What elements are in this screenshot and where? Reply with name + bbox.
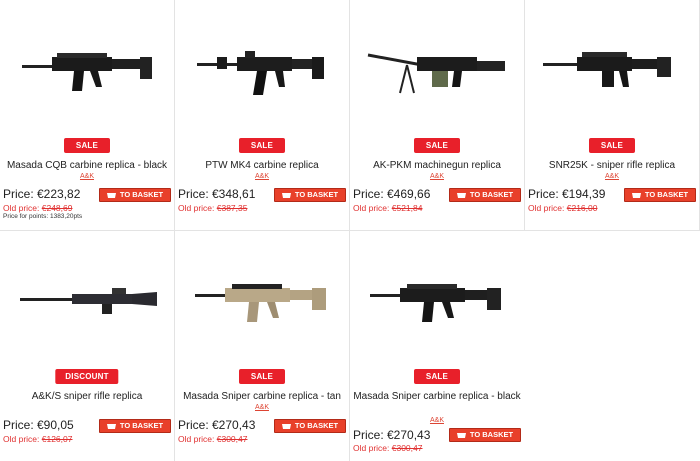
product-price: Price: €469,66 (353, 187, 431, 201)
old-price: Old price: €387,35 (178, 203, 248, 213)
product-image[interactable] (350, 20, 524, 120)
product-card[interactable]: SALE Masada Sniper carbine replica - bla… (350, 231, 524, 461)
add-to-basket-button[interactable]: TO BASKET (274, 188, 346, 202)
basket-icon (281, 192, 291, 198)
product-brand[interactable]: A&K (350, 417, 524, 424)
product-image[interactable] (175, 251, 349, 351)
product-card[interactable]: SALE SNR25K - sniper rifle replica A&K P… (525, 0, 699, 230)
product-card[interactable]: SALE Masada Sniper carbine replica - tan… (175, 231, 349, 461)
basket-icon (106, 423, 116, 429)
old-price: Old price: €216,00 (528, 203, 598, 213)
product-card[interactable]: SALE Masada CQB carbine replica - black … (0, 0, 174, 230)
add-to-basket-button[interactable]: TO BASKET (449, 428, 521, 442)
basket-icon (456, 432, 466, 438)
basket-icon (631, 192, 641, 198)
product-price: Price: €348,61 (178, 187, 256, 201)
rifle-icon (195, 284, 326, 322)
old-price: Old price: €521,84 (353, 203, 423, 213)
add-to-basket-button[interactable]: TO BASKET (99, 419, 171, 433)
machinegun-icon (367, 53, 505, 94)
product-name[interactable]: Masada Sniper carbine replica - black (352, 390, 522, 403)
old-price: Old price: €300,47 (178, 434, 248, 444)
sale-badge: SALE (239, 138, 285, 153)
add-to-basket-button[interactable]: TO BASKET (99, 188, 171, 202)
product-brand[interactable]: A&K (0, 173, 174, 180)
product-name[interactable]: Masada CQB carbine replica - black (2, 159, 172, 172)
product-brand[interactable]: A&K (350, 173, 524, 180)
product-name[interactable]: Masada Sniper carbine replica - tan (177, 390, 347, 403)
rifle-icon (197, 51, 324, 95)
sale-badge: SALE (589, 138, 635, 153)
old-price: Old price: €248,69 (3, 203, 73, 213)
basket-icon (281, 423, 291, 429)
product-brand[interactable]: A&K (175, 173, 349, 180)
product-image[interactable] (0, 20, 174, 120)
add-to-basket-button[interactable]: TO BASKET (449, 188, 521, 202)
rifle-icon (370, 284, 501, 322)
product-name[interactable]: PTW MK4 carbine replica (177, 159, 347, 172)
product-card[interactable]: SALE PTW MK4 carbine replica A&K Price: … (175, 0, 349, 230)
sale-badge: SALE (414, 138, 460, 153)
product-price: Price: €194,39 (528, 187, 606, 201)
product-price: Price: €90,05 (3, 418, 74, 432)
basket-icon (456, 192, 466, 198)
product-name[interactable]: SNR25K - sniper rifle replica (527, 159, 697, 172)
add-to-basket-button[interactable]: TO BASKET (274, 419, 346, 433)
product-image[interactable] (0, 251, 174, 351)
product-name[interactable]: A&K/S sniper rifle replica (2, 390, 172, 403)
product-image[interactable] (525, 20, 699, 120)
product-card[interactable]: DISCOUNT A&K/S sniper rifle replica Pric… (0, 231, 174, 461)
rifle-icon (543, 52, 671, 87)
product-image[interactable] (350, 251, 524, 351)
sale-badge: SALE (239, 369, 285, 384)
points-price: Price for points: 1383,20pts (3, 213, 83, 220)
product-price: Price: €270,43 (178, 418, 256, 432)
sale-badge: SALE (414, 369, 460, 384)
product-card[interactable]: SALE AK-PKM machinegun replica A&K Price… (350, 0, 524, 230)
basket-icon (106, 192, 116, 198)
product-name[interactable]: AK-PKM machinegun replica (352, 159, 522, 172)
product-image[interactable] (175, 20, 349, 120)
product-price: Price: €223,82 (3, 187, 81, 201)
product-brand[interactable]: A&K (525, 173, 699, 180)
discount-badge: DISCOUNT (55, 369, 119, 384)
old-price: Old price: €126,07 (3, 434, 73, 444)
product-price: Price: €270,43 (353, 428, 431, 442)
rifle-icon (22, 53, 152, 91)
rifle-icon (20, 288, 157, 314)
product-grid: SALE Masada CQB carbine replica - black … (0, 0, 700, 461)
old-price: Old price: €300,47 (353, 443, 423, 453)
add-to-basket-button[interactable]: TO BASKET (624, 188, 696, 202)
sale-badge: SALE (64, 138, 110, 153)
product-brand[interactable]: A&K (175, 404, 349, 411)
